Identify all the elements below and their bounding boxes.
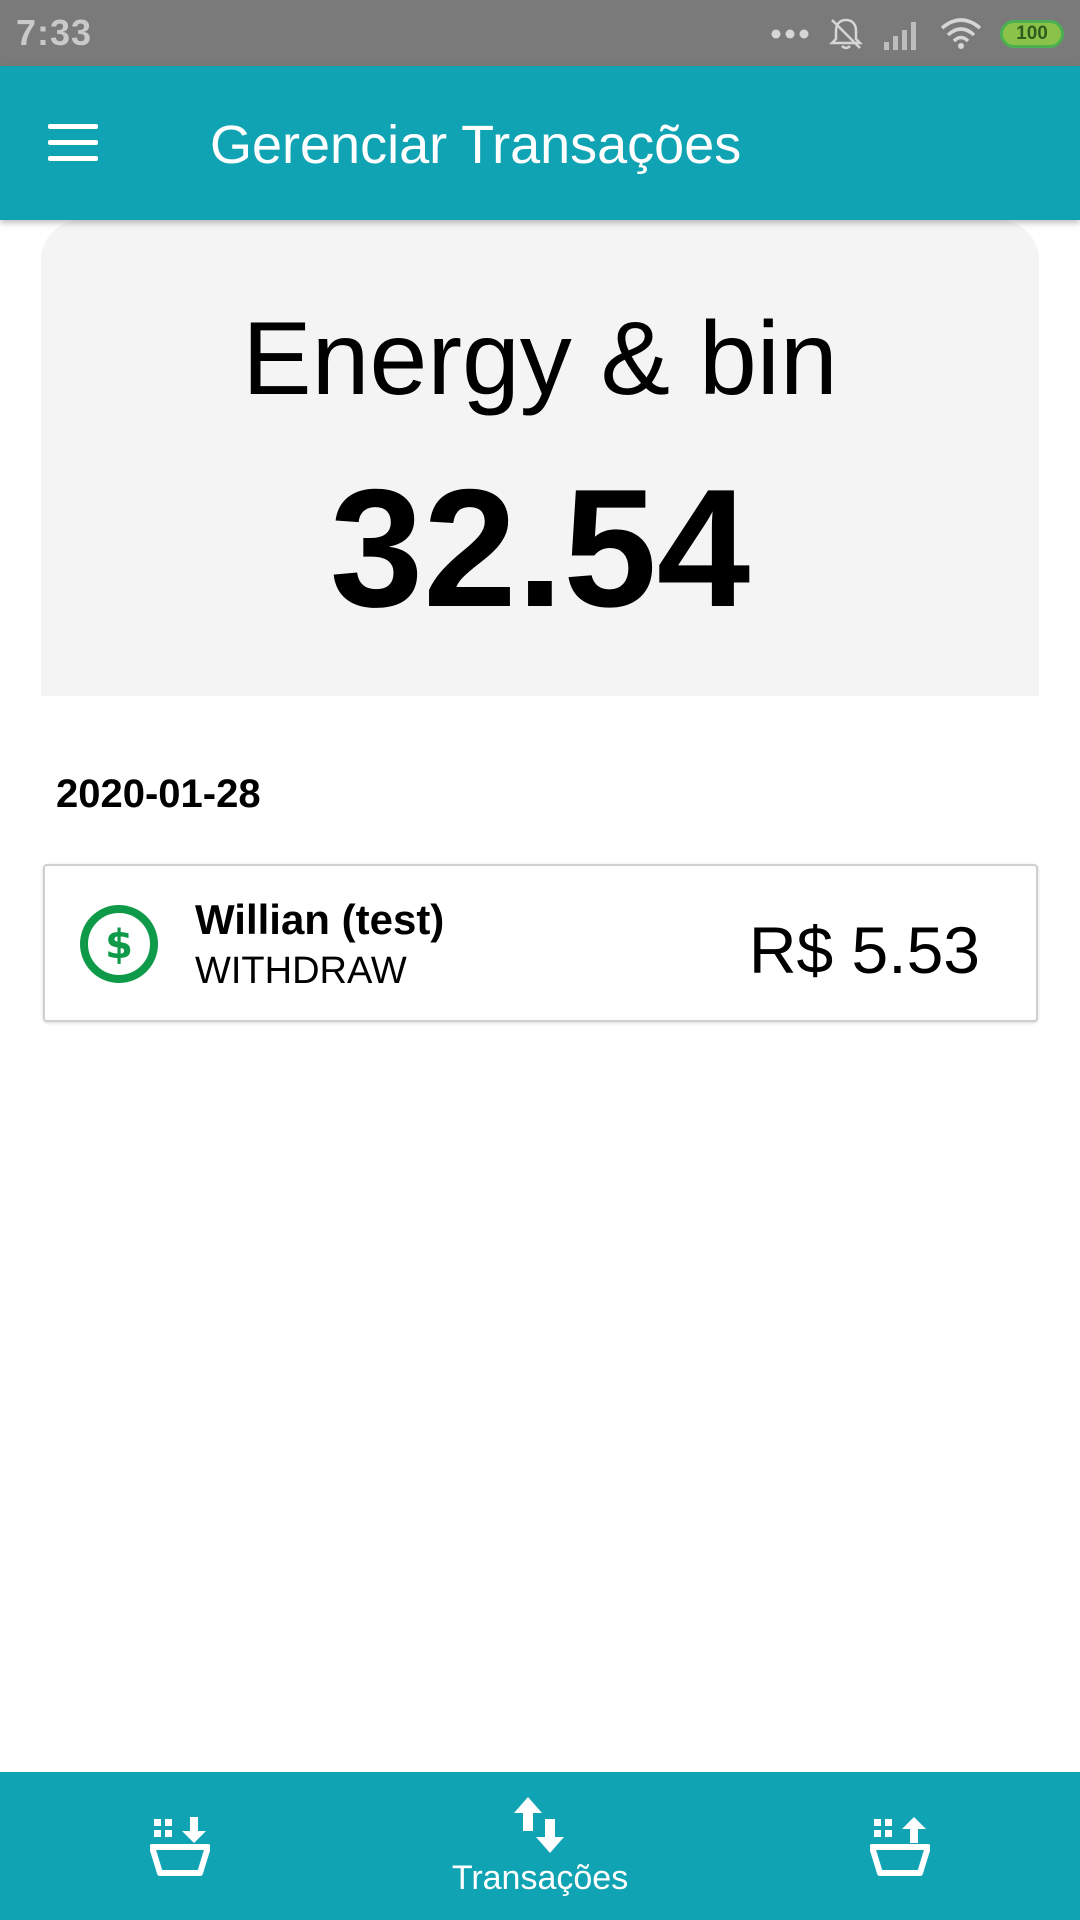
nav-item-transactions[interactable]: Transações <box>440 1772 640 1920</box>
app-bar: Gerenciar Transações <box>0 66 1080 220</box>
account-name: Energy & bin <box>242 301 838 417</box>
transaction-row[interactable]: $ Willian (test) WITHDRAW R$ 5.53 <box>43 864 1038 1022</box>
battery-icon: 100 <box>1000 20 1064 48</box>
transaction-amount: R$ 5.53 <box>748 913 980 987</box>
signal-icon <box>884 22 916 50</box>
transaction-type: WITHDRAW <box>195 950 407 992</box>
status-time: 7:33 <box>16 12 93 53</box>
basket-download-icon <box>150 1817 210 1876</box>
screen: 7:33 100 Gerenciar Transações Energy & b… <box>0 0 1080 1920</box>
status-icons: 100 <box>770 14 1064 54</box>
battery-level: 100 <box>1016 23 1048 44</box>
hamburger-menu-icon[interactable] <box>40 116 104 170</box>
balance-card: Energy & bin 32.54 <box>41 220 1039 696</box>
status-bar: 7:33 100 <box>0 0 1080 66</box>
svg-text:$: $ <box>105 922 133 968</box>
wifi-icon <box>940 18 982 49</box>
nav-item-income[interactable] <box>80 1772 280 1920</box>
page-title: Gerenciar Transações <box>210 115 742 175</box>
bottom-navigation: Transações <box>0 1772 1080 1920</box>
swap-vertical-icon <box>514 1796 564 1853</box>
account-balance: 32.54 <box>329 454 751 642</box>
transaction-person: Willian (test) <box>195 896 445 943</box>
basket-upload-icon <box>870 1817 930 1876</box>
more-dots-icon <box>771 29 809 39</box>
notifications-off-icon <box>828 18 864 50</box>
nav-label-transactions: Transações <box>451 1858 629 1897</box>
transaction-date-header: 2020-01-28 <box>56 772 261 816</box>
dollar-circle-icon: $ <box>80 905 158 983</box>
nav-item-expense[interactable] <box>800 1772 1000 1920</box>
